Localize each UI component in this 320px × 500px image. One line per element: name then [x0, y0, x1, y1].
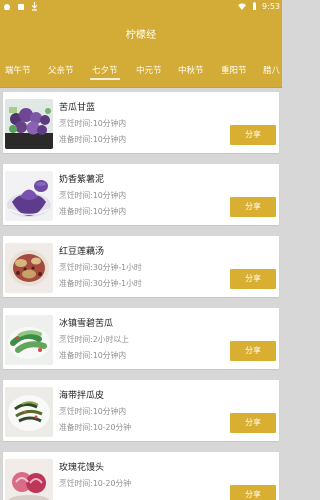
recipe-cook-time: 烹饪时间:10分钟内	[59, 119, 127, 128]
share-button[interactable]: 分享	[230, 413, 276, 433]
recipe-title: 奶香紫薯泥	[59, 175, 105, 185]
share-button[interactable]: 分享	[230, 197, 276, 217]
status-bar: 9:53	[0, 0, 282, 13]
status-app-icon	[3, 3, 11, 11]
battery-icon	[252, 2, 257, 11]
image-notification-icon	[17, 3, 25, 11]
purple-cauliflower-photo	[5, 99, 53, 149]
wifi-icon	[237, 3, 247, 11]
recipe-cook-time: 烹饪时间:10分钟内	[59, 407, 127, 416]
recipe-title: 冰镇雪碧苦瓜	[59, 319, 114, 329]
recipe-list: 苦瓜甘蓝 烹饪时间:10分钟内 准备时间:10分钟内 分享 奶香紫薯泥 烹饪时间…	[0, 86, 282, 500]
recipe-prep-time: 准备时间:10-20分钟	[59, 423, 132, 432]
purple-mashed-potato-photo	[5, 171, 53, 221]
tab-fathers-day[interactable]: 父亲节	[48, 64, 74, 76]
recipe-cook-time: 烹饪时间:10-20分钟	[59, 479, 132, 488]
recipe-card-bitter-melon-cabbage[interactable]: 苦瓜甘蓝 烹饪时间:10分钟内 准备时间:10分钟内 分享	[3, 92, 279, 153]
share-button[interactable]: 分享	[230, 125, 276, 145]
tab-qixi-festival[interactable]: 七夕节	[90, 64, 120, 80]
rose-bun-photo	[5, 459, 53, 500]
tab-mid-autumn-festival[interactable]: 中秋节	[178, 64, 204, 76]
recipe-card-kelp-melon-skin-salad[interactable]: 海带拌瓜皮 烹饪时间:10分钟内 准备时间:10-20分钟 分享	[3, 380, 279, 441]
recipe-title: 玫瑰花馒头	[59, 463, 105, 473]
recipe-cook-time: 烹饪时间:30分钟-1小时	[59, 263, 142, 272]
kelp-salad-photo	[5, 387, 53, 437]
share-button[interactable]: 分享	[230, 485, 276, 500]
recipe-prep-time: 准备时间:10分钟内	[59, 351, 127, 360]
status-time: 9:53	[262, 2, 280, 11]
app-title: 柠檬经	[125, 29, 157, 41]
recipe-card-milk-purple-sweet-potato[interactable]: 奶香紫薯泥 烹饪时间:10分钟内 准备时间:10分钟内 分享	[3, 164, 279, 225]
red-bean-lotus-soup-photo	[5, 243, 53, 293]
tab-laba-festival[interactable]: 腊八	[263, 64, 280, 76]
festival-tabs: 端午节 父亲节 七夕节 中元节 中秋节 重阳节 腊八	[0, 53, 282, 88]
share-button[interactable]: 分享	[230, 269, 276, 289]
app-header: 柠檬经	[0, 13, 282, 53]
app-screen: 9:53 柠檬经 端午节 父亲节 七夕节 中元节 中秋节 重阳节 腊八 苦瓜甘蓝…	[0, 0, 282, 500]
share-button[interactable]: 分享	[230, 341, 276, 361]
tab-double-ninth-festival[interactable]: 重阳节	[221, 64, 247, 76]
recipe-card-iced-sprite-bitter-melon[interactable]: 冰镇雪碧苦瓜 烹饪时间:2小时以上 准备时间:10分钟内 分享	[3, 308, 279, 369]
recipe-card-red-bean-lotus-soup[interactable]: 红豆莲藕汤 烹饪时间:30分钟-1小时 准备时间:30分钟-1小时 分享	[3, 236, 279, 297]
recipe-cook-time: 烹饪时间:10分钟内	[59, 191, 127, 200]
recipe-prep-time: 准备时间:30分钟-1小时	[59, 279, 142, 288]
recipe-title: 苦瓜甘蓝	[59, 103, 96, 113]
download-icon	[31, 2, 38, 11]
recipe-title: 红豆莲藕汤	[59, 247, 105, 257]
recipe-cook-time: 烹饪时间:2小时以上	[59, 335, 129, 344]
status-icons-right: 9:53	[237, 0, 280, 13]
recipe-prep-time: 准备时间:10分钟内	[59, 135, 127, 144]
tab-dragon-boat-festival[interactable]: 端午节	[5, 64, 31, 76]
recipe-card-rose-steamed-bun[interactable]: 玫瑰花馒头 烹饪时间:10-20分钟 分享	[3, 452, 279, 500]
status-icons-left	[3, 1, 38, 12]
tab-ghost-festival[interactable]: 中元节	[136, 64, 162, 76]
recipe-title: 海带拌瓜皮	[59, 391, 105, 401]
bitter-melon-photo	[5, 315, 53, 365]
recipe-prep-time: 准备时间:10分钟内	[59, 207, 127, 216]
